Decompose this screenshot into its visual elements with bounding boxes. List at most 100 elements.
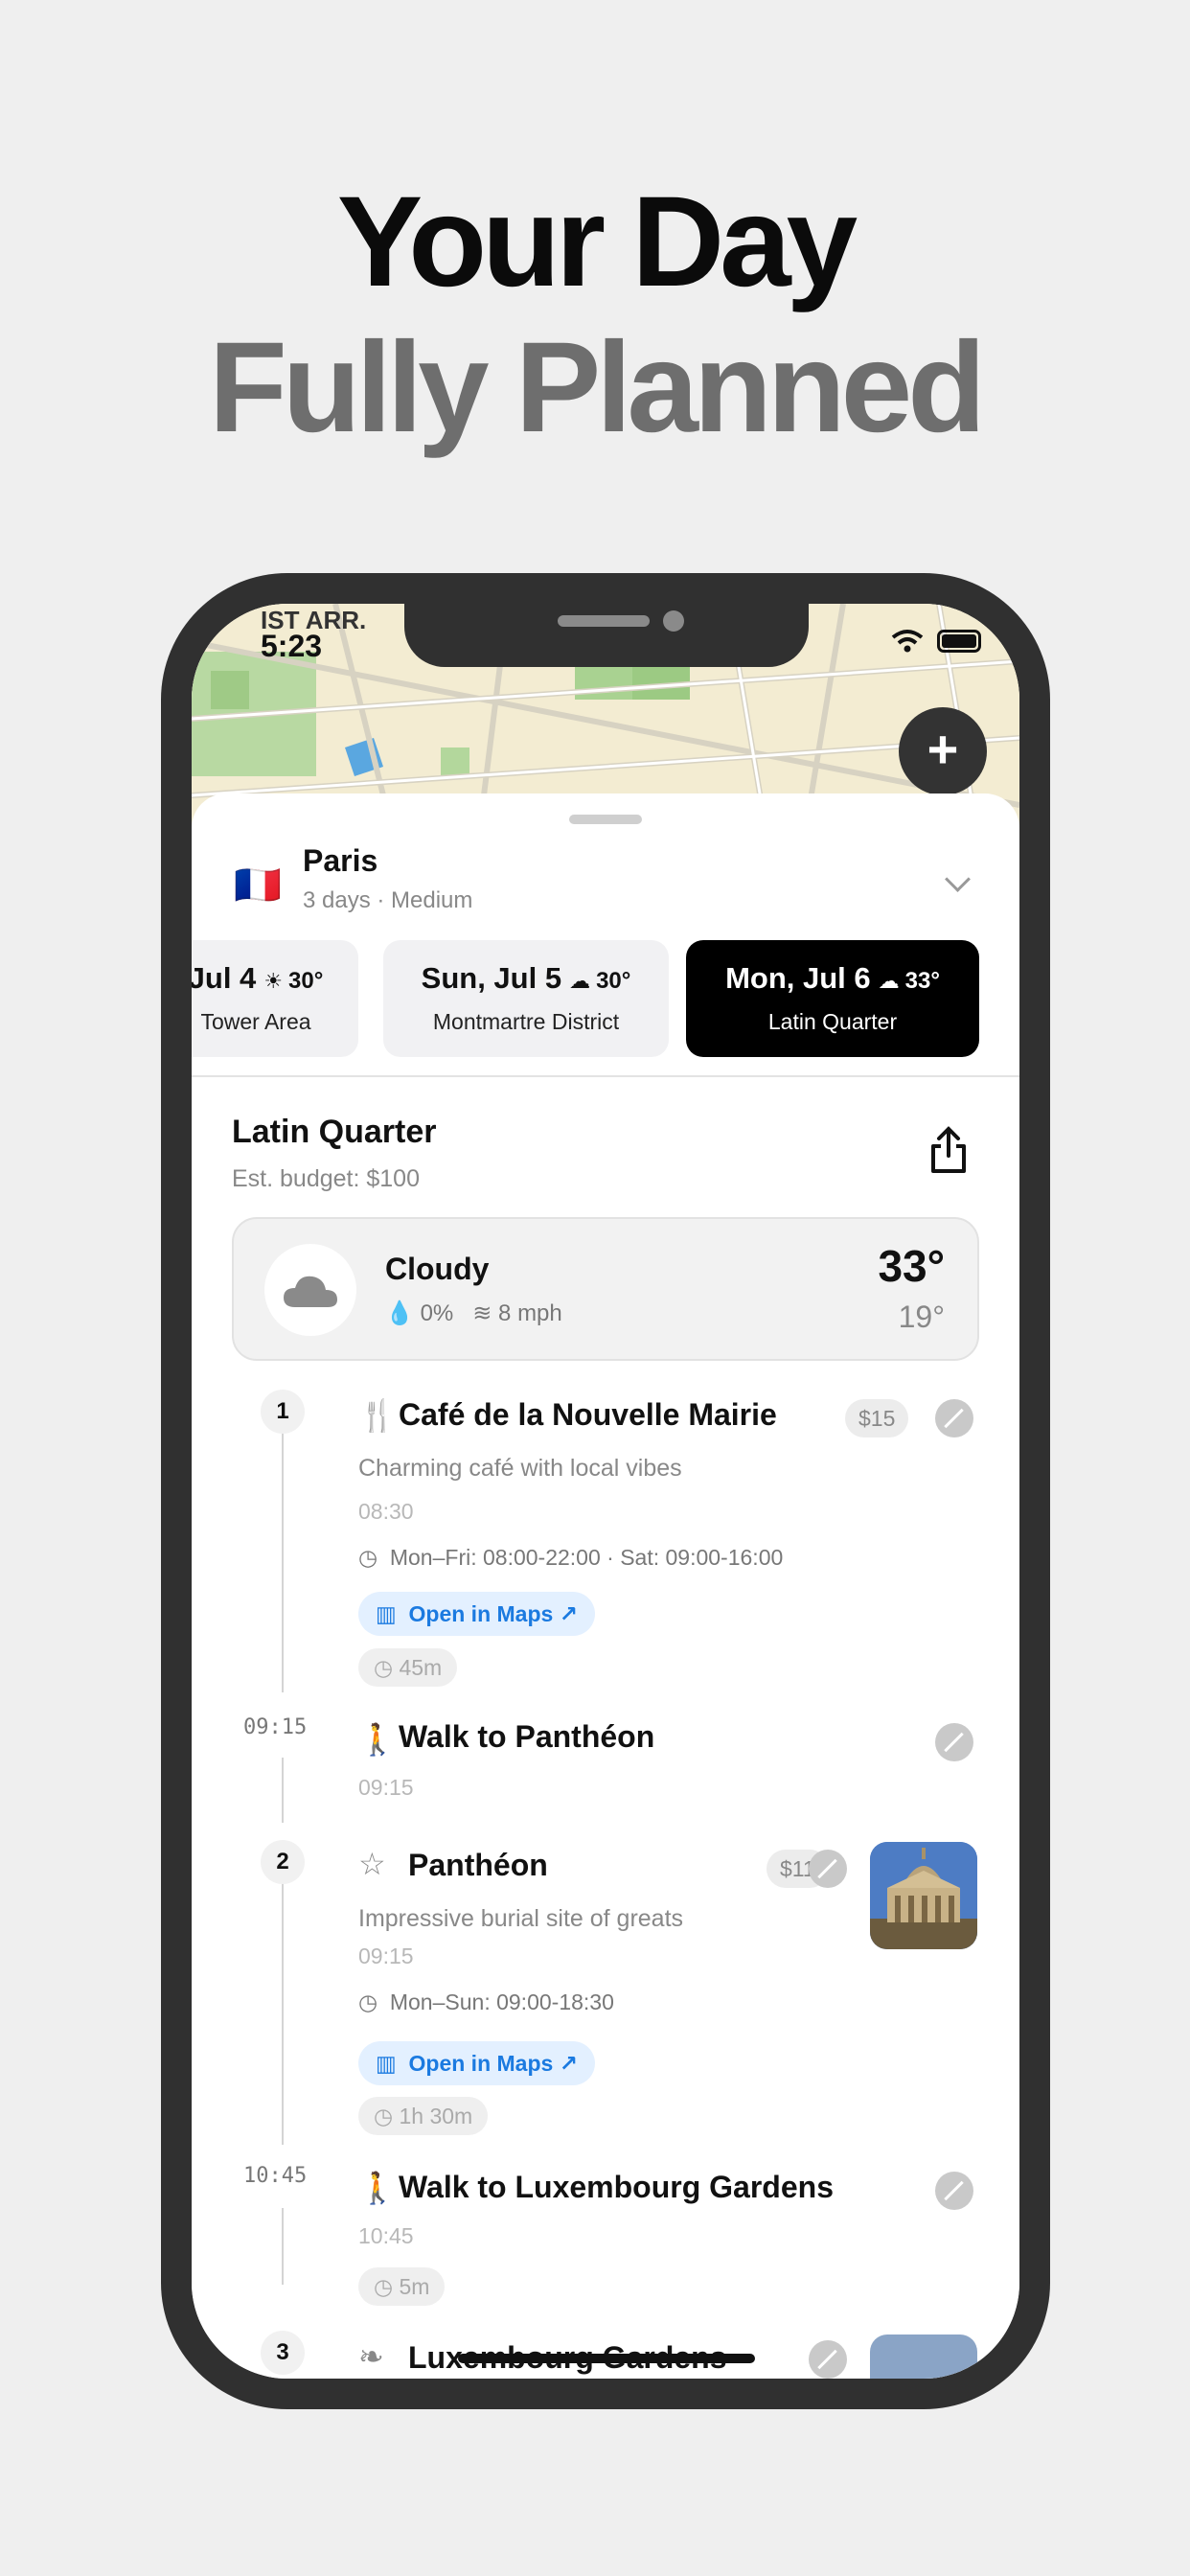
timeline-line [282,2208,284,2285]
star-icon: ☆ [358,1847,386,1881]
luxembourg-thumbnail[interactable] [870,2334,977,2379]
edit-icon[interactable] [809,1850,847,1888]
sheet-grabber[interactable] [569,815,642,824]
flag-icon: 🇫🇷 [234,864,282,907]
map-icon: ▥ [376,1601,397,1626]
weather-meta: 💧 0% ≋ 8 mph [385,1300,562,1327]
hours-text: Mon–Fri: 08:00-22:00 · Sat: 09:00-16:00 [389,1545,784,1570]
headline-line2: Fully Planned [208,316,986,459]
day-area: Tower Area [200,1009,311,1034]
day-date: Jul 4 [192,961,257,995]
stop-number: 2 [261,1840,305,1884]
edit-icon[interactable] [935,1723,973,1761]
transit-title[interactable]: Walk to Panthéon [399,1719,654,1755]
day-tab-jul4[interactable]: Jul 4 ☀ 30° Tower Area [192,940,358,1057]
battery-icon [937,630,981,653]
weather-precip: 0% [420,1300,454,1326]
stop-title[interactable]: Café de la Nouvelle Mairie [399,1397,777,1433]
day-area: Montmartre District [432,1009,620,1034]
duration-text: 45m [399,1655,443,1680]
weather-wind: 8 mph [498,1300,562,1326]
timeline-line [282,1426,284,1692]
clock-icon: ◷ [374,2104,394,2128]
weather-high: 33° [878,1241,945,1291]
pantheon-thumbnail[interactable] [870,1842,977,1949]
edit-icon[interactable] [935,2172,973,2210]
trip-city[interactable]: Paris [303,843,378,879]
duration-text: 5m [399,2274,430,2299]
opening-hours: ◷ Mon–Sun: 09:00-18:30 [358,1990,614,2015]
droplet-icon: 💧 [385,1300,414,1326]
day-area: Latin Quarter [767,1009,898,1034]
cloud-icon [284,1276,337,1307]
edit-icon[interactable] [935,1399,973,1438]
pantheon-image [870,1842,977,1949]
sun-icon: ☀ [263,969,284,993]
share-icon[interactable] [927,1125,970,1175]
day-date: Sun, Jul 5 [421,961,562,995]
duration-badge: ◷ 5m [358,2267,446,2306]
stop-description: Impressive burial site of greats [358,1905,684,1932]
weather-low: 19° [898,1300,945,1334]
stop-number: 1 [261,1390,305,1434]
transit-time: 09:15 [243,1715,308,1739]
trip-meta: 3 days · Medium [303,887,473,913]
transit-time-sub: 09:15 [358,1775,414,1800]
day-date: Mon, Jul 6 [725,961,871,995]
day-temp: 30° [288,968,324,994]
cloud-icon: ☁ [878,969,900,993]
opening-hours: ◷ Mon–Fri: 08:00-22:00 · Sat: 09:00-16:0… [358,1545,783,1571]
clock-icon: ◷ [374,2274,394,2299]
itinerary-sheet: 🇫🇷 Paris 3 days · Medium Jul 4 ☀ 30° Tower… [192,794,1019,2379]
day-tab-jul5[interactable]: Sun, Jul 5 ☁ 30° Montmartre District [383,940,669,1057]
stop-number: 3 [261,2331,305,2375]
walk-icon: 🚶 [358,1722,397,1757]
status-time: 5:23 [261,629,323,663]
wind-icon: ≋ [472,1300,492,1326]
transit-title[interactable]: Walk to Luxembourg Gardens [399,2170,834,2205]
map-icon: ▥ [376,2051,397,2076]
maps-label: Open in Maps [408,2051,554,2076]
weather-icon-circle [264,1244,356,1336]
day-temp: 30° [596,968,631,994]
stop-time: 08:30 [358,1499,414,1524]
hours-text: Mon–Sun: 09:00-18:30 [389,1990,614,2014]
home-indicator [458,2354,755,2363]
day-selector: Jul 4 ☀ 30° Tower Area Sun, Jul 5 ☁ 30° Mont… [192,940,1019,1059]
transit-time: 10:45 [243,2164,308,2188]
clock-icon: ◷ [358,1990,378,2014]
day-tab-jul6[interactable]: Mon, Jul 6 ☁ 33° Latin Quarter [686,940,979,1057]
phone-frame: IST ARR. 5:23 + 🇫🇷 Paris 3 days · Medium [161,573,1050,2409]
status-icons [891,629,981,654]
clock-icon: ◷ [358,1545,378,1570]
walk-icon: 🚶 [358,2171,397,2205]
cloud-icon: ☁ [569,969,591,993]
section-title: Latin Quarter [232,1114,437,1150]
fork-knife-icon: 🍴 [358,1398,397,1433]
duration-badge: ◷ 1h 30m [358,2097,489,2135]
price-badge: $15 [845,1399,909,1438]
clock-icon: ◷ [374,1655,394,1680]
timeline-line [282,1758,284,1823]
open-in-maps-button[interactable]: ▥ Open in Maps ↗ [358,2041,595,2085]
maps-label: Open in Maps [408,1601,554,1626]
open-in-maps-button[interactable]: ▥ Open in Maps ↗ [358,1592,595,1636]
chevron-down-icon[interactable] [945,866,971,892]
duration-badge: ◷ 45m [358,1648,458,1687]
add-button[interactable]: + [899,707,987,795]
weather-card: Cloudy 💧 0% ≋ 8 mph 33° 19° [232,1217,979,1361]
stop-description: Charming café with local vibes [358,1455,682,1482]
duration-text: 1h 30m [399,2104,473,2128]
day-temp: 33° [904,968,940,994]
arrow-up-right-icon: ↗ [559,2051,578,2076]
phone-screen: IST ARR. 5:23 + 🇫🇷 Paris 3 days · Medium [192,604,1019,2379]
timeline-line [282,1876,284,2145]
stop-title[interactable]: Panthéon [408,1848,548,1883]
divider [192,1075,1019,1077]
transit-time-sub: 10:45 [358,2223,414,2248]
weather-condition: Cloudy [385,1252,490,1286]
leaf-icon: ❧ [358,2339,384,2374]
device-notch [404,604,809,667]
edit-icon[interactable] [809,2340,847,2379]
section-budget: Est. budget: $100 [232,1165,420,1192]
